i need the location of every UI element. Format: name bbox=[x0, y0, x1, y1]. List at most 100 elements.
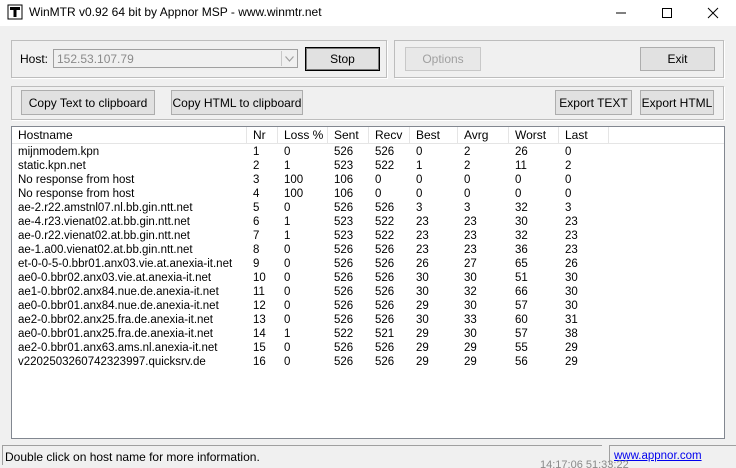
column-header-nr[interactable]: Nr bbox=[247, 127, 278, 144]
table-cell: 0 bbox=[515, 188, 522, 200]
table-cell: 32 bbox=[515, 230, 528, 242]
table-cell: 526 bbox=[375, 286, 395, 298]
table-cell: 65 bbox=[515, 258, 528, 270]
table-cell: 9 bbox=[253, 258, 260, 270]
table-row[interactable]: ae0-0.bbr01.anx25.fra.de.anexia-it.net 14… bbox=[12, 327, 724, 341]
table-cell: 32 bbox=[464, 286, 477, 298]
table-row[interactable]: et-0-0-5-0.bbr01.anx03.vie.at.anexia-it.… bbox=[12, 257, 724, 271]
table-cell: 522 bbox=[375, 216, 395, 228]
column-header-avrg[interactable]: Avrg bbox=[458, 127, 509, 144]
hostname-cell: et-0-0-5-0.bbr01.anx03.vie.at.anexia-it.… bbox=[18, 258, 233, 270]
table-cell: 10 bbox=[253, 272, 266, 284]
hostname-cell: static.kpn.net bbox=[18, 160, 86, 172]
table-cell: 526 bbox=[334, 342, 354, 354]
options-button[interactable]: Options bbox=[405, 47, 481, 71]
column-header-best[interactable]: Best bbox=[410, 127, 458, 144]
table-cell: 526 bbox=[375, 356, 395, 368]
host-combobox[interactable]: 152.53.107.79 bbox=[53, 49, 298, 68]
table-cell: 0 bbox=[284, 356, 291, 368]
column-header-sent[interactable]: Sent bbox=[328, 127, 369, 144]
table-cell: 55 bbox=[515, 342, 528, 354]
column-header-worst[interactable]: Worst bbox=[509, 127, 559, 144]
table-cell: 31 bbox=[565, 314, 578, 326]
table-row[interactable]: ae1-0.bbr02.anx84.nue.de.anexia-it.net 11… bbox=[12, 285, 724, 299]
column-header-loss[interactable]: Loss % bbox=[278, 127, 328, 144]
column-header-recv[interactable]: Recv bbox=[369, 127, 410, 144]
hostname-cell: ae0-0.bbr02.anx03.vie.at.anexia-it.net bbox=[18, 272, 212, 284]
copy-html-button[interactable]: Copy HTML to clipboard bbox=[171, 90, 303, 115]
exit-button[interactable]: Exit bbox=[640, 47, 715, 71]
table-row[interactable]: ae-2.r22.amstnl07.nl.bb.gin.ntt.net 5 0 526… bbox=[12, 201, 724, 215]
table-cell: 0 bbox=[284, 286, 291, 298]
export-html-button[interactable]: Export HTML bbox=[640, 90, 714, 115]
table-cell: 56 bbox=[515, 356, 528, 368]
table-cell: 23 bbox=[464, 216, 477, 228]
table-row[interactable]: static.kpn.net 2 1 523 522 1 2 11 2 bbox=[12, 159, 724, 173]
table-cell: 100 bbox=[284, 188, 304, 200]
hostname-cell: v2202503260742323997.quicksrv.de bbox=[18, 356, 206, 368]
table-cell: 0 bbox=[375, 188, 382, 200]
table-row[interactable]: ae-4.r23.vienat02.at.bb.gin.ntt.net 6 1 523… bbox=[12, 215, 724, 229]
table-cell: 15 bbox=[253, 342, 266, 354]
table-row[interactable]: mijnmodem.kpn 1 0 526 526 0 2 26 0 bbox=[12, 145, 724, 159]
table-cell: 16 bbox=[253, 356, 266, 368]
export-text-button[interactable]: Export TEXT bbox=[555, 90, 632, 115]
table-row[interactable]: ae0-0.bbr02.anx03.vie.at.anexia-it.net 10… bbox=[12, 271, 724, 285]
table-cell: 30 bbox=[416, 314, 429, 326]
host-value: 152.53.107.79 bbox=[57, 52, 134, 66]
table-cell: 0 bbox=[464, 174, 471, 186]
table-cell: 13 bbox=[253, 314, 266, 326]
table-cell: 526 bbox=[334, 272, 354, 284]
stop-button[interactable]: Stop bbox=[305, 47, 380, 71]
minimize-button[interactable] bbox=[598, 0, 644, 26]
maximize-button[interactable] bbox=[644, 0, 690, 26]
title-bar: WinMTR v0.92 64 bit by Appnor MSP - www.… bbox=[0, 0, 736, 26]
table-cell: 29 bbox=[416, 328, 429, 340]
table-row[interactable]: ae0-0.bbr01.anx84.nue.de.anexia-it.net 12… bbox=[12, 299, 724, 313]
table-cell: 3 bbox=[416, 202, 423, 214]
table-row[interactable]: No response from host 3 100 106 0 0 0 0 0 bbox=[12, 173, 724, 187]
table-row[interactable]: ae2-0.bbr01.anx63.ams.nl.anexia-it.net 15… bbox=[12, 341, 724, 355]
table-row[interactable]: v2202503260742323997.quicksrv.de 16 0 526 52… bbox=[12, 355, 724, 369]
table-cell: 522 bbox=[375, 230, 395, 242]
table-cell: 26 bbox=[515, 146, 528, 158]
hostname-cell: ae-4.r23.vienat02.at.bb.gin.ntt.net bbox=[18, 216, 190, 228]
table-cell: 30 bbox=[565, 272, 578, 284]
table-cell: 0 bbox=[565, 174, 572, 186]
table-cell: 0 bbox=[284, 300, 291, 312]
background-text: 14:17:06 51:33:22 bbox=[540, 459, 629, 468]
minimize-icon bbox=[616, 12, 626, 14]
table-cell: 3 bbox=[464, 202, 471, 214]
table-cell: 29 bbox=[464, 342, 477, 354]
table-cell: 526 bbox=[334, 146, 354, 158]
table-row[interactable]: ae-1.a00.vienat02.at.bb.gin.ntt.net 8 0 526… bbox=[12, 243, 724, 257]
table-cell: 30 bbox=[565, 286, 578, 298]
table-cell: 0 bbox=[515, 174, 522, 186]
table-cell: 526 bbox=[334, 300, 354, 312]
table-cell: 32 bbox=[515, 202, 528, 214]
table-cell: 29 bbox=[565, 356, 578, 368]
window-title: WinMTR v0.92 64 bit by Appnor MSP - www.… bbox=[29, 5, 322, 19]
table-cell: 0 bbox=[416, 174, 423, 186]
chevron-down-icon[interactable] bbox=[281, 51, 296, 66]
hostname-cell: ae-2.r22.amstnl07.nl.bb.gin.ntt.net bbox=[18, 202, 193, 214]
table-cell: 23 bbox=[565, 216, 578, 228]
table-cell: 100 bbox=[284, 174, 304, 186]
copy-text-button[interactable]: Copy Text to clipboard bbox=[21, 90, 155, 115]
table-cell: 11 bbox=[253, 286, 265, 298]
results-table[interactable]: Hostname Nr Loss % Sent Recv Best Avrg Worst Las… bbox=[11, 126, 725, 439]
hostname-cell: No response from host bbox=[18, 174, 135, 186]
table-cell: 0 bbox=[284, 244, 291, 256]
column-header-hostname[interactable]: Hostname bbox=[12, 127, 247, 144]
table-row[interactable]: ae2-0.bbr02.anx25.fra.de.anexia-it.net 13… bbox=[12, 313, 724, 327]
table-cell: 526 bbox=[334, 314, 354, 326]
table-cell: 30 bbox=[464, 300, 477, 312]
table-cell: 33 bbox=[464, 314, 477, 326]
column-header-last[interactable]: Last bbox=[559, 127, 609, 144]
close-button[interactable] bbox=[690, 0, 736, 26]
table-header: Hostname Nr Loss % Sent Recv Best Avrg Worst Las… bbox=[12, 127, 724, 144]
table-row[interactable]: No response from host 4 100 106 0 0 0 0 0 bbox=[12, 187, 724, 201]
table-cell: 2 bbox=[565, 160, 572, 172]
table-cell: 29 bbox=[416, 300, 429, 312]
table-row[interactable]: ae-0.r22.vienat02.at.bb.gin.ntt.net 7 1 523… bbox=[12, 229, 724, 243]
